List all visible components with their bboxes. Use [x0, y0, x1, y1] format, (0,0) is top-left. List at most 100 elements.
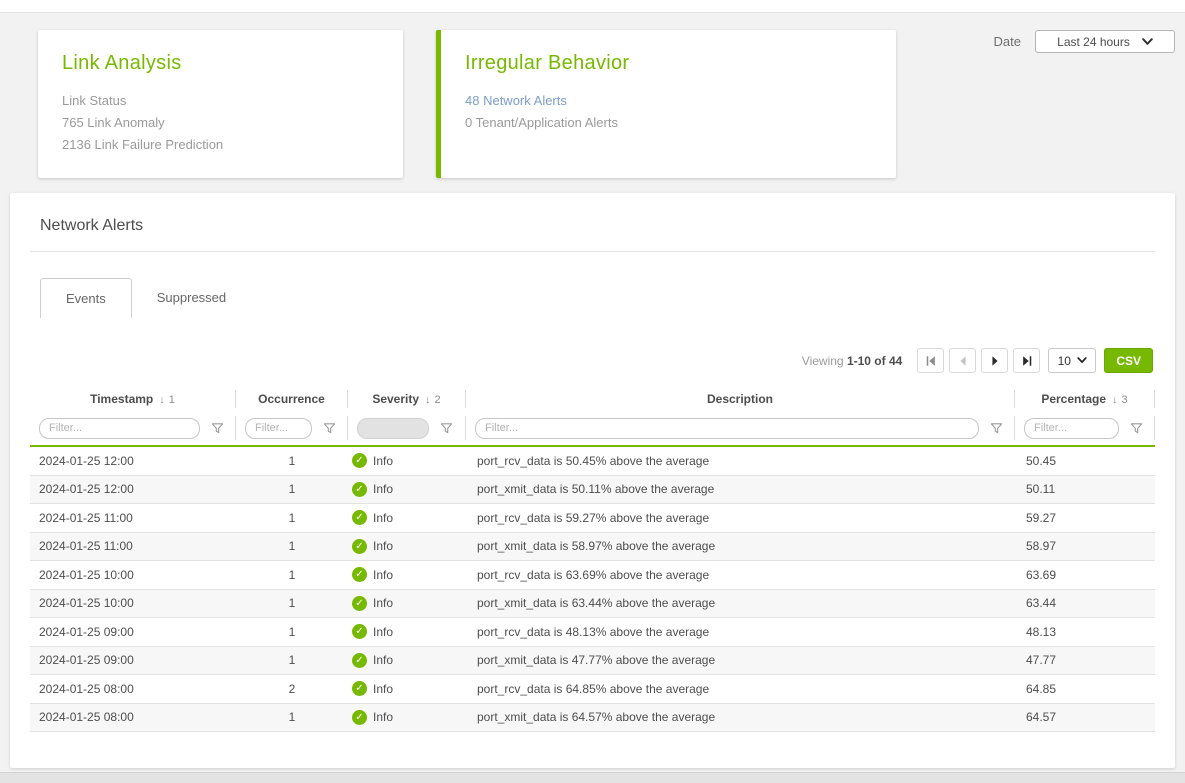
panel-title: Network Alerts — [30, 213, 1155, 251]
description-cell: port_xmit_data is 63.44% above the avera… — [466, 596, 1015, 610]
description-cell: port_xmit_data is 47.77% above the avera… — [466, 653, 1015, 667]
table-filter-row — [30, 411, 1155, 447]
filter-cell-severity — [348, 416, 466, 440]
sort-desc-icon: ↓ — [1112, 394, 1118, 406]
description-cell: port_rcv_data is 48.13% above the averag… — [466, 625, 1015, 639]
percentage-cell: 64.85 — [1015, 682, 1155, 696]
info-check-icon: ✓ — [352, 624, 367, 639]
filter-cell-timestamp — [30, 416, 236, 440]
occurrence-cell: 1 — [236, 454, 348, 468]
alerts-tabs: Events Suppressed — [40, 278, 1155, 318]
occurrence-cell: 1 — [236, 710, 348, 724]
severity-label: Info — [373, 454, 393, 468]
csv-export-button[interactable]: CSV — [1104, 348, 1153, 373]
date-filter: Date Last 24 hours — [994, 30, 1175, 53]
summary-cards-row: Link Analysis Link Status 765 Link Anoma… — [38, 30, 1175, 178]
timestamp-cell: 2024-01-25 08:00 — [30, 682, 236, 696]
table-row: 2024-01-25 10:00 1 ✓Info port_rcv_data i… — [30, 561, 1155, 590]
info-check-icon: ✓ — [352, 596, 367, 611]
severity-cell: ✓Info — [348, 681, 466, 696]
info-check-icon: ✓ — [352, 539, 367, 554]
title-divider — [30, 251, 1155, 252]
severity-label: Info — [373, 625, 393, 639]
network-alerts-link[interactable]: 48 Network Alerts — [465, 90, 872, 112]
viewing-range: 1-10 of 44 — [847, 354, 902, 368]
column-header-percentage[interactable]: Percentage↓3 — [1015, 390, 1155, 408]
table-row: 2024-01-25 08:00 2 ✓Info port_rcv_data i… — [30, 675, 1155, 704]
top-header-strip — [0, 0, 1185, 13]
severity-label: Info — [373, 710, 393, 724]
table-row: 2024-01-25 11:00 1 ✓Info port_rcv_data i… — [30, 504, 1155, 533]
occurrence-cell: 1 — [236, 653, 348, 667]
funnel-filter-icon[interactable] — [211, 422, 224, 435]
funnel-filter-icon[interactable] — [323, 422, 336, 435]
chevron-down-icon — [1077, 357, 1087, 364]
next-page-button[interactable] — [981, 348, 1008, 373]
tab-events[interactable]: Events — [40, 278, 132, 318]
percentage-cell: 50.45 — [1015, 454, 1155, 468]
table-row: 2024-01-25 09:00 1 ✓Info port_rcv_data i… — [30, 618, 1155, 647]
column-header-severity[interactable]: Severity↓2 — [348, 390, 466, 408]
percentage-cell: 58.97 — [1015, 539, 1155, 553]
last-page-button[interactable] — [1013, 348, 1040, 373]
funnel-filter-icon[interactable] — [990, 422, 1003, 435]
info-check-icon: ✓ — [352, 453, 367, 468]
viewing-prefix: Viewing — [802, 354, 844, 368]
occurrence-cell: 1 — [236, 539, 348, 553]
severity-label: Info — [373, 539, 393, 553]
timestamp-cell: 2024-01-25 10:00 — [30, 596, 236, 610]
date-label: Date — [994, 34, 1021, 49]
description-cell: port_xmit_data is 64.57% above the avera… — [466, 710, 1015, 724]
column-header-occurrence[interactable]: Occurrence — [236, 390, 348, 408]
link-analysis-card: Link Analysis Link Status 765 Link Anoma… — [38, 30, 403, 178]
first-page-button[interactable] — [917, 348, 944, 373]
percentage-filter-input[interactable] — [1024, 418, 1119, 439]
column-header-timestamp[interactable]: Timestamp↓1 — [30, 390, 236, 408]
severity-cell: ✓ Info — [348, 710, 466, 725]
column-header-description[interactable]: Description — [466, 390, 1015, 408]
description-cell: port_rcv_data is 64.85% above the averag… — [466, 682, 1015, 696]
page-size-value: 10 — [1058, 354, 1071, 368]
severity-filter-disabled-select — [357, 418, 429, 439]
occurrence-cell: 2 — [236, 682, 348, 696]
sort-order-badge: 3 — [1122, 394, 1128, 406]
severity-label: Info — [373, 568, 393, 582]
link-analysis-title: Link Analysis — [62, 52, 379, 75]
percentage-cell: 48.13 — [1015, 625, 1155, 639]
severity-label: Info — [373, 653, 393, 667]
previous-page-button[interactable] — [949, 348, 976, 373]
table-row: 2024-01-25 12:00 1 ✓Info port_rcv_data i… — [30, 447, 1155, 476]
description-filter-input[interactable] — [475, 418, 979, 439]
severity-label: Info — [373, 511, 393, 525]
percentage-cell: 59.27 — [1015, 511, 1155, 525]
description-cell: port_rcv_data is 50.45% above the averag… — [466, 454, 1015, 468]
description-cell: port_xmit_data is 58.97% above the avera… — [466, 539, 1015, 553]
table-row: 2024-01-25 12:00 1 ✓Info port_xmit_data … — [30, 476, 1155, 505]
link-anomaly-line: 765 Link Anomaly — [62, 112, 379, 134]
filter-cell-description — [466, 416, 1015, 440]
occurrence-filter-input[interactable] — [245, 418, 312, 439]
date-range-select[interactable]: Last 24 hours — [1035, 30, 1175, 53]
timestamp-filter-input[interactable] — [39, 418, 200, 439]
timestamp-cell: 2024-01-25 11:00 — [30, 539, 236, 553]
previous-icon — [957, 355, 969, 367]
timestamp-cell: 2024-01-25 12:00 — [30, 482, 236, 496]
severity-label: Info — [373, 482, 393, 496]
funnel-filter-icon[interactable] — [440, 422, 453, 435]
funnel-filter-icon[interactable] — [1130, 422, 1143, 435]
occurrence-cell: 1 — [236, 625, 348, 639]
info-check-icon: ✓ — [352, 482, 367, 497]
page-size-select[interactable]: 10 — [1048, 348, 1096, 373]
info-check-icon: ✓ — [352, 710, 367, 725]
link-status-line: Link Status — [62, 90, 379, 112]
severity-cell: ✓Info — [348, 510, 466, 525]
percentage-cell: 50.11 — [1015, 482, 1155, 496]
severity-cell: ✓ Info — [348, 482, 466, 497]
timestamp-cell: 2024-01-25 11:00 — [30, 511, 236, 525]
tab-suppressed[interactable]: Suppressed — [132, 278, 251, 318]
description-cell: port_xmit_data is 50.11% above the avera… — [466, 482, 1015, 496]
percentage-cell: 63.69 — [1015, 568, 1155, 582]
viewing-status: Viewing 1-10 of 44 — [802, 354, 903, 368]
percentage-cell: 47.77 — [1015, 653, 1155, 667]
info-check-icon: ✓ — [352, 567, 367, 582]
